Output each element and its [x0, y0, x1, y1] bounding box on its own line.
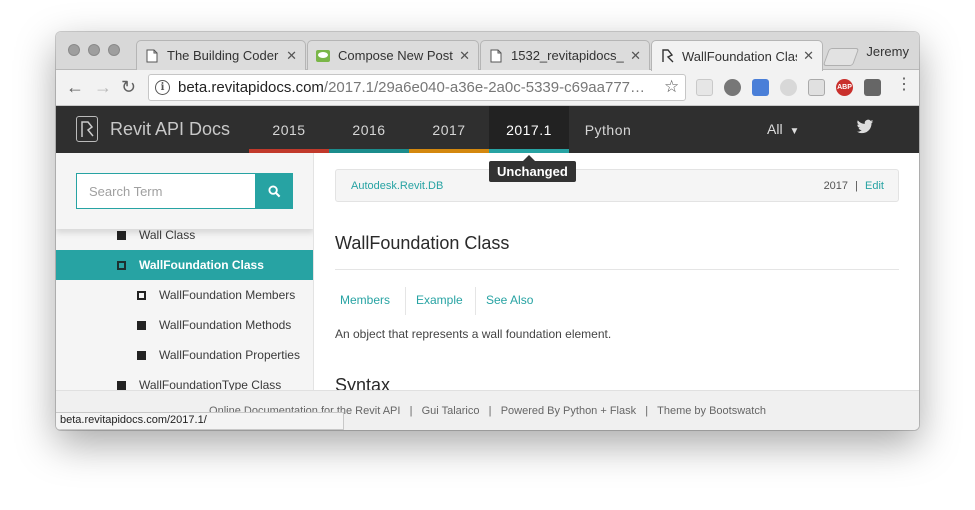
browser-tab-building-coder[interactable]: The Building Coder | ✕	[136, 40, 306, 70]
document-icon	[489, 49, 503, 63]
bullet-open-icon	[137, 290, 146, 300]
version-label: 2017	[823, 180, 849, 192]
minimize-window-button[interactable]	[88, 44, 100, 56]
search-button[interactable]	[255, 173, 293, 209]
tree-item-wallfoundation-properties[interactable]: WallFoundation Properties	[56, 340, 313, 370]
browser-tab-revitapidocs-post[interactable]: 1532_revitapidocs_2 ✕	[480, 40, 650, 70]
nav-version-2015[interactable]: 2015	[249, 106, 329, 153]
browser-tab-wallfoundation[interactable]: WallFoundation Clas ✕	[651, 40, 823, 71]
bullet-icon	[117, 380, 126, 390]
search-panel	[56, 153, 313, 229]
brand-title: Revit API Docs	[110, 118, 231, 139]
tab-example[interactable]: Example	[416, 293, 463, 307]
version-tooltip: Unchanged	[489, 155, 576, 182]
divider	[335, 269, 899, 270]
syntax-heading: Syntax	[335, 375, 391, 390]
bullet-icon	[117, 230, 126, 240]
back-arrow-icon[interactable]: ←	[66, 78, 84, 96]
twitter-icon[interactable]	[856, 119, 874, 140]
sidebar: Wall Class WallFoundation Class WallFoun…	[56, 153, 314, 390]
tab-strip: The Building Coder | ✕ Compose New Post …	[56, 32, 919, 71]
close-tab-icon[interactable]: ✕	[286, 48, 297, 64]
tree-item-wallfoundation-class[interactable]: WallFoundation Class	[56, 250, 313, 280]
edit-link[interactable]: Edit	[865, 180, 884, 192]
zoom-window-button[interactable]	[108, 44, 120, 56]
menu-kebab-icon[interactable]: ⋮	[896, 77, 912, 93]
tree-item-wallfoundation-methods[interactable]: WallFoundation Methods	[56, 310, 313, 340]
divider	[475, 287, 476, 315]
brand-link[interactable]: Revit API Docs	[76, 116, 230, 142]
nav-label: 2017.1	[506, 121, 552, 138]
tree-item-label: WallFoundation Methods	[159, 318, 292, 332]
bullet-open-icon	[117, 260, 126, 270]
tree-item-wallfoundationtype-class[interactable]: WallFoundationType Class	[56, 370, 313, 390]
tree-item-label: WallFoundation Members	[159, 288, 296, 302]
tab-title: Compose New Post ‹	[338, 48, 454, 63]
breadcrumb: Autodesk.Revit.DB 2017 | Edit	[335, 169, 899, 202]
chat-bubble-icon	[316, 49, 330, 63]
search-input[interactable]	[76, 173, 256, 209]
tree-item-label: WallFoundation Class	[139, 258, 264, 272]
bullet-icon	[137, 320, 146, 330]
browser-toolbar: ← → ↻ i beta.revitapidocs.com/2017.1/29a…	[56, 70, 919, 106]
extension-square-icon[interactable]	[864, 79, 881, 96]
status-bar-url: beta.revitapidocs.com/2017.1/	[56, 412, 344, 430]
profile-button[interactable]: Jeremy	[866, 44, 909, 59]
browser-window: The Building Coder | ✕ Compose New Post …	[56, 32, 919, 430]
nav-label: 2016	[352, 121, 386, 138]
revit-logo-icon	[76, 116, 98, 142]
tree-item-label: WallFoundationType Class	[139, 378, 282, 390]
close-tab-icon[interactable]: ✕	[803, 48, 814, 64]
new-tab-button[interactable]	[822, 48, 860, 66]
url-host: beta.revitapidocs.com	[178, 79, 324, 96]
site-navbar: Revit API Docs 2015 2016 2017 2017.1 Pyt…	[56, 106, 919, 153]
close-window-button[interactable]	[68, 44, 80, 56]
bookmark-star-icon[interactable]: ☆	[664, 77, 679, 97]
forward-arrow-icon[interactable]: →	[94, 78, 112, 96]
divider	[405, 287, 406, 315]
breadcrumb-namespace-link[interactable]: Autodesk.Revit.DB	[351, 180, 443, 192]
caret-down-icon: ▼	[789, 126, 800, 137]
nav-version-2016[interactable]: 2016	[329, 106, 409, 153]
tab-see-also[interactable]: See Also	[486, 293, 533, 307]
url-path: /2017.1/29a6e040-a36e-2a0c-5339-c69aa777…	[323, 79, 645, 96]
extension-circle-icon[interactable]	[724, 79, 741, 96]
class-description: An object that represents a wall foundat…	[335, 327, 612, 341]
breadcrumb-meta: 2017 | Edit	[824, 180, 884, 192]
extension-swirl-icon[interactable]	[780, 79, 797, 96]
page-title: WallFoundation Class	[335, 233, 510, 253]
nav-version-2017[interactable]: 2017	[409, 106, 489, 153]
dropdown-label: All	[767, 121, 783, 137]
separator: |	[855, 180, 858, 192]
adblock-icon[interactable]: ABP	[836, 79, 853, 96]
revit-logo-icon	[660, 49, 674, 63]
bullet-icon	[137, 350, 146, 360]
tree-item-label: Wall Class	[139, 228, 196, 242]
nav-label: 2017	[432, 121, 466, 138]
close-tab-icon[interactable]: ✕	[459, 48, 470, 64]
search-icon	[267, 184, 280, 197]
info-icon[interactable]: i	[155, 80, 170, 95]
nav-version-2017-1[interactable]: 2017.1	[489, 106, 569, 153]
nav-label: 2015	[272, 121, 306, 138]
reload-icon[interactable]: ↻	[121, 78, 136, 96]
extension-grid-icon[interactable]	[696, 79, 713, 96]
nav-python[interactable]: Python	[569, 106, 647, 153]
translate-icon[interactable]	[752, 79, 769, 96]
tab-title: WallFoundation Clas	[682, 48, 798, 64]
tab-members[interactable]: Members	[340, 293, 390, 307]
browser-tab-compose-post[interactable]: Compose New Post ‹ ✕	[307, 40, 479, 70]
tab-title: The Building Coder |	[167, 48, 281, 63]
address-bar[interactable]: i beta.revitapidocs.com/2017.1/29a6e040-…	[148, 74, 686, 101]
main-content: Autodesk.Revit.DB 2017 | Edit WallFounda…	[315, 153, 919, 390]
document-icon	[145, 49, 159, 63]
nav-label: Python	[584, 121, 632, 138]
tab-title: 1532_revitapidocs_2	[511, 48, 625, 63]
tree-item-wallfoundation-members[interactable]: WallFoundation Members	[56, 280, 313, 310]
extension-book-icon[interactable]	[808, 79, 825, 96]
tree-item-label: WallFoundation Properties	[159, 348, 300, 362]
all-versions-dropdown[interactable]: All ▼	[767, 121, 799, 137]
close-tab-icon[interactable]: ✕	[630, 48, 641, 64]
